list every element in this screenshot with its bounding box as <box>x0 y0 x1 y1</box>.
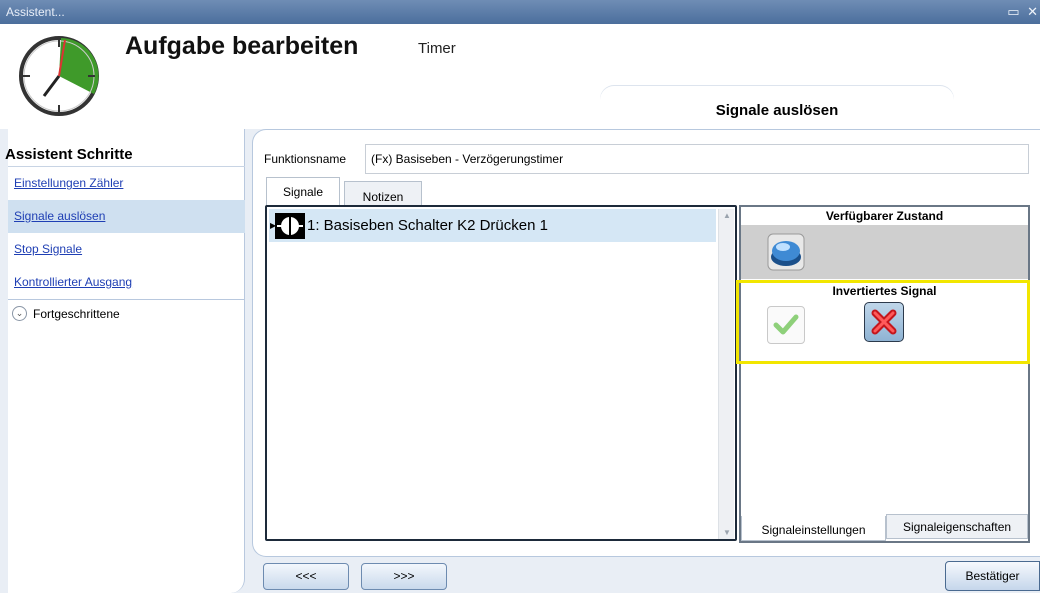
function-name-input[interactable]: (Fx) Basiseben - Verzögerungstimer <box>365 144 1029 174</box>
tab-signale[interactable]: Signale <box>266 177 340 207</box>
signal-label: 1: Basiseben Schalter K2 Drücken 1 <box>307 217 548 234</box>
sidebar-item-stop-signale[interactable]: Stop Signale <box>8 233 245 266</box>
sidebar-item-kontrollierter-ausgang[interactable]: Kontrollierter Ausgang <box>8 266 245 299</box>
scroll-up-icon[interactable]: ▲ <box>723 211 731 220</box>
sidebar-item-signale-ausloesen[interactable]: Signale auslösen <box>8 200 245 233</box>
forward-button[interactable]: >>> <box>361 563 447 590</box>
back-button[interactable]: <<< <box>263 563 349 590</box>
signal-list-scrollbar[interactable]: ▲ ▼ <box>718 209 734 539</box>
window-controls[interactable]: ▭ ✕ <box>1007 4 1040 20</box>
inverted-no-button[interactable] <box>864 302 904 342</box>
signal-list[interactable] <box>265 205 737 541</box>
window-title-bar: Assistent... ▭ ✕ <box>0 0 1040 24</box>
sidebar-divider <box>8 299 245 300</box>
inverted-yes-button[interactable] <box>767 306 805 344</box>
push-button-signal-icon <box>275 213 305 239</box>
scroll-down-icon[interactable]: ▼ <box>723 528 731 537</box>
available-state-label: Verfügbarer Zustand <box>825 209 944 223</box>
confirm-button[interactable]: Bestätiger <box>945 561 1040 591</box>
page-title: Aufgabe bearbeiten <box>125 32 359 60</box>
tab-signaleinstellungen[interactable]: Signaleinstellungen <box>741 516 886 541</box>
blue-push-button-icon[interactable] <box>767 233 805 271</box>
function-name-label: Funktionsname <box>264 152 347 166</box>
clock-icon <box>19 36 99 116</box>
sidebar-item-label[interactable]: Einstellungen Zähler <box>14 176 123 190</box>
x-icon <box>871 309 897 335</box>
window-title: Assistent... <box>6 5 65 19</box>
inverted-signal-label: Invertiertes Signal <box>832 284 937 298</box>
advanced-expander[interactable]: ⌄ Fortgeschrittene <box>10 303 240 325</box>
current-step-tab: Signale auslösen <box>600 86 954 130</box>
chevron-down-icon[interactable]: ⌄ <box>12 306 27 321</box>
checkmark-icon <box>773 314 799 335</box>
sidebar-item-einstellungen-zaehler[interactable]: Einstellungen Zähler <box>8 167 245 200</box>
sidebar-item-label[interactable]: Stop Signale <box>14 242 82 256</box>
page-subtitle: Timer <box>418 40 456 57</box>
tab-signaleigenschaften[interactable]: Signaleigenschaften <box>886 514 1028 539</box>
sidebar-item-label[interactable]: Kontrollierter Ausgang <box>14 275 132 289</box>
sidebar-title: Assistent Schritte <box>5 146 133 163</box>
sidebar-item-label[interactable]: Signale auslösen <box>14 209 105 223</box>
expander-label: Fortgeschrittene <box>33 307 120 321</box>
